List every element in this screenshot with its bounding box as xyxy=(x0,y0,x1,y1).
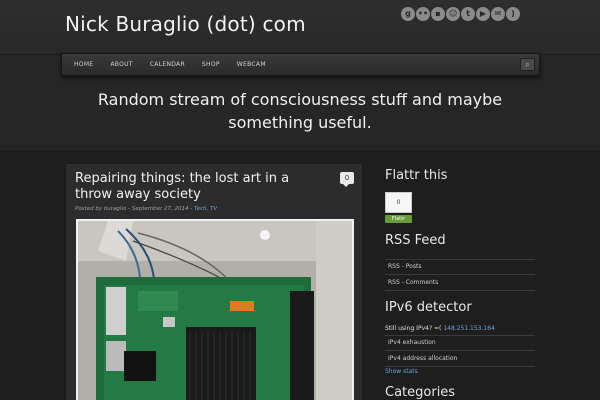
flattr-count: 0 xyxy=(385,192,412,213)
search-icon[interactable]: ⌕ xyxy=(520,58,535,71)
youtube-icon[interactable]: ▶ xyxy=(476,7,490,21)
flattr-widget-title: Flattr this xyxy=(385,168,448,183)
rss-widget-title: RSS Feed xyxy=(385,233,446,248)
post-title[interactable]: Repairing things: the lost art in a thro… xyxy=(75,171,325,203)
rss-posts-link[interactable]: RSS - Posts xyxy=(388,263,421,270)
nav-item-home[interactable]: HOME xyxy=(74,54,100,75)
ipv6-status-text: Still using IPv4? =( xyxy=(385,325,444,332)
reddit-icon[interactable]: ☺ xyxy=(446,7,460,21)
nav-item-webcam[interactable]: WEBCAM xyxy=(237,54,273,75)
divider xyxy=(385,259,535,260)
post-image[interactable] xyxy=(76,219,354,400)
show-stats-link[interactable]: Show stats xyxy=(385,368,418,375)
delicious-icon[interactable]: ▪ xyxy=(431,7,445,21)
ipv6-widget-title: IPv6 detector xyxy=(385,300,472,315)
site-tagline: Random stream of consciousness stuff and… xyxy=(97,90,503,132)
google-plus-icon[interactable]: g xyxy=(401,7,415,21)
circuit-board-photo xyxy=(78,221,352,400)
ipv4-allocation-link[interactable]: IPv4 address allocation xyxy=(388,355,457,362)
post-meta: Posted by buraglio - September 27, 2014 … xyxy=(75,206,217,212)
site-header: Nick Buraglio (dot) com g •• ▪ ☺ t ▶ ✉ ) xyxy=(0,0,600,55)
twitter-icon[interactable]: t xyxy=(461,7,475,21)
nav-item-about[interactable]: ABOUT xyxy=(110,54,139,75)
divider xyxy=(385,350,535,351)
post-meta-text: Posted by buraglio - September 27, 2014 … xyxy=(75,206,194,212)
divider xyxy=(385,290,535,291)
site-title[interactable]: Nick Buraglio (dot) com xyxy=(65,12,306,36)
ipv6-status: Still using IPv4? =( 148.251.153.164 xyxy=(385,325,495,332)
social-icons: g •• ▪ ☺ t ▶ ✉ ) xyxy=(401,7,520,21)
categories-widget-title: Categories xyxy=(385,385,456,400)
rss-icon[interactable]: ) xyxy=(506,7,520,21)
divider xyxy=(385,366,535,367)
nav-item-shop[interactable]: SHOP xyxy=(202,54,227,75)
post-categories-link[interactable]: Tech, TV xyxy=(194,206,217,212)
main-nav: HOME ABOUT CALENDAR SHOP WEBCAM ⌕ xyxy=(61,53,540,76)
divider xyxy=(385,274,535,275)
rss-comments-link[interactable]: RSS - Comments xyxy=(388,279,438,286)
flattr-button[interactable]: Flattr xyxy=(385,215,412,223)
ipv4-exhaustion-link[interactable]: IPv4 exhaustion xyxy=(388,339,436,346)
comment-count-badge[interactable]: 0 xyxy=(340,172,354,187)
email-icon[interactable]: ✉ xyxy=(491,7,505,21)
nav-item-calendar[interactable]: CALENDAR xyxy=(150,54,192,75)
flickr-icon[interactable]: •• xyxy=(416,7,430,21)
ip-address-link[interactable]: 148.251.153.164 xyxy=(443,325,495,332)
divider xyxy=(385,335,535,336)
